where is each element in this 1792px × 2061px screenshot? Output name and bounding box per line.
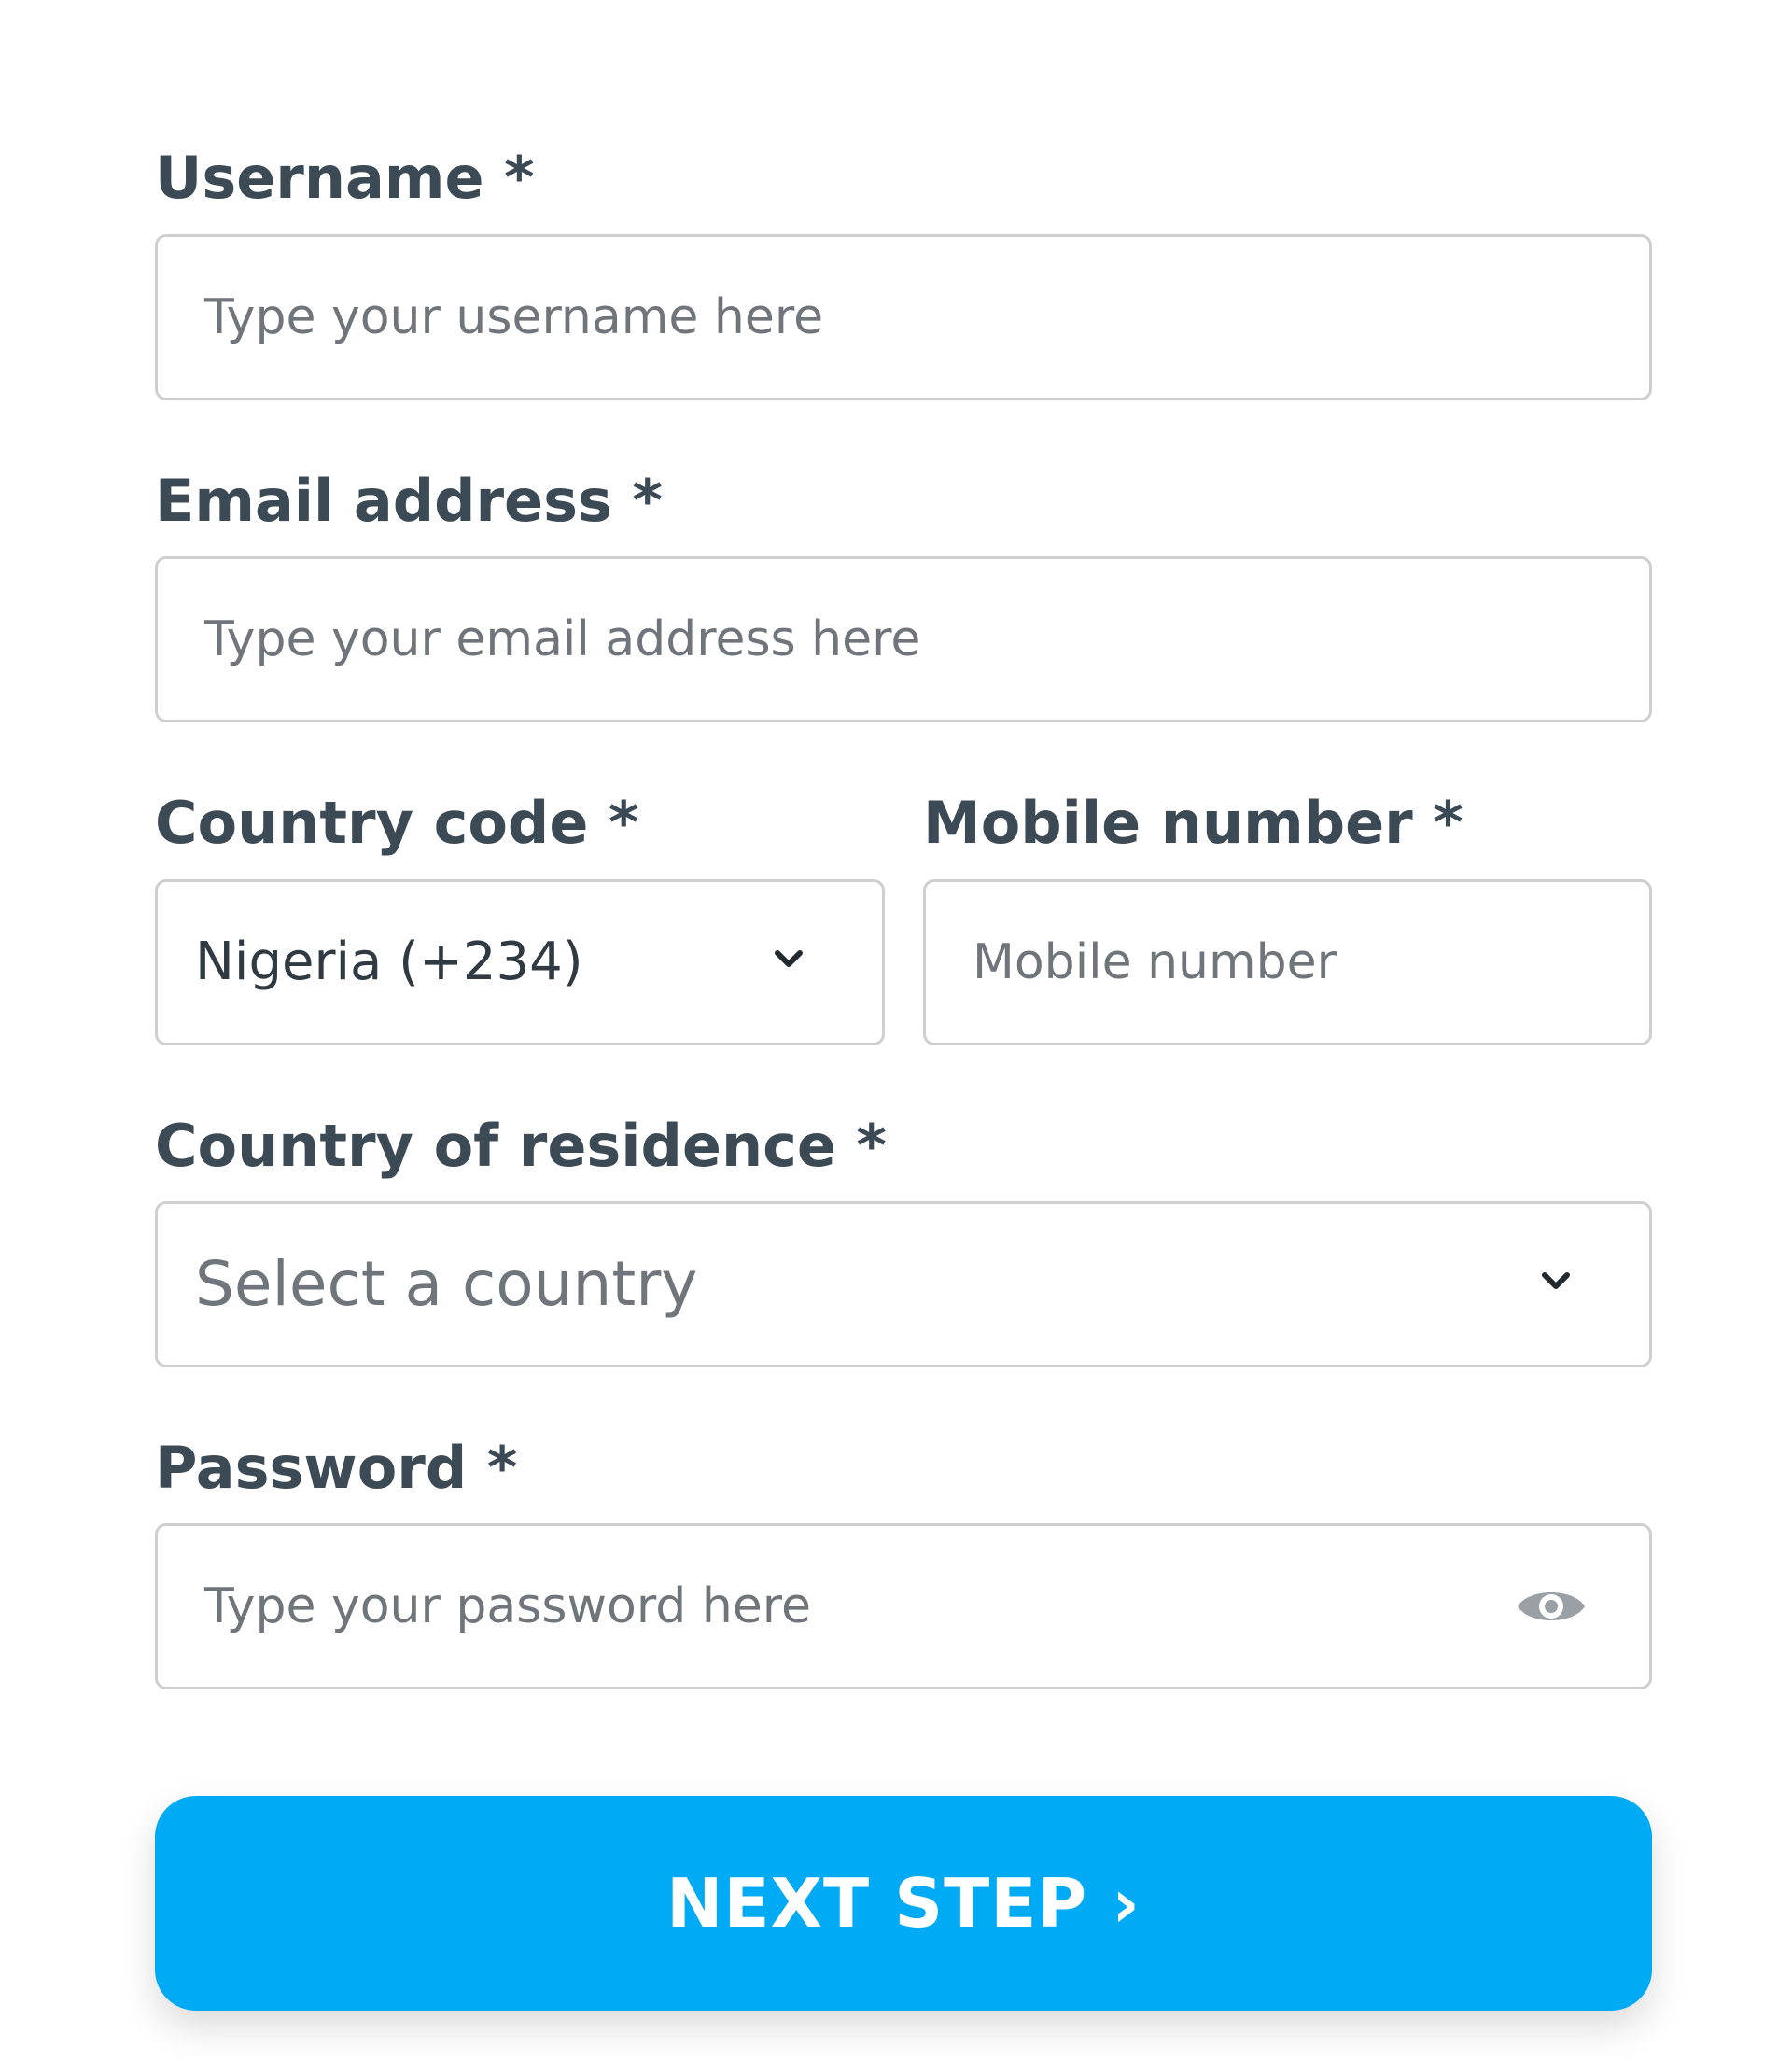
email-input[interactable]: Type your email address here bbox=[155, 556, 1652, 722]
chevron-down-icon bbox=[1542, 1272, 1570, 1289]
residence-select[interactable]: Select a country bbox=[155, 1201, 1652, 1367]
country-code-label: Country code * bbox=[155, 789, 639, 857]
next-step-button[interactable]: NEXT STEP › bbox=[155, 1796, 1652, 2011]
registration-form: Username * Type your username here Email… bbox=[155, 0, 1652, 2061]
username-input[interactable]: Type your username here bbox=[155, 234, 1652, 400]
next-step-label: NEXT STEP › bbox=[666, 1864, 1141, 1942]
country-code-select[interactable]: Nigeria (+234) bbox=[155, 879, 885, 1045]
mobile-number-label: Mobile number * bbox=[923, 789, 1463, 857]
username-placeholder: Type your username here bbox=[204, 289, 824, 345]
residence-label: Country of residence * bbox=[155, 1112, 887, 1180]
eye-icon[interactable] bbox=[1514, 1569, 1589, 1644]
mobile-number-input[interactable]: Mobile number bbox=[923, 879, 1652, 1045]
country-code-value: Nigeria (+234) bbox=[195, 932, 583, 992]
residence-placeholder: Select a country bbox=[195, 1248, 698, 1320]
password-placeholder: Type your password here bbox=[204, 1578, 811, 1634]
username-label: Username * bbox=[155, 144, 535, 212]
mobile-number-placeholder: Mobile number bbox=[973, 934, 1337, 990]
password-input[interactable]: Type your password here bbox=[155, 1523, 1652, 1689]
email-label: Email address * bbox=[155, 467, 663, 535]
password-label: Password * bbox=[155, 1434, 518, 1502]
email-placeholder: Type your email address here bbox=[204, 611, 921, 667]
chevron-down-icon bbox=[775, 950, 803, 967]
